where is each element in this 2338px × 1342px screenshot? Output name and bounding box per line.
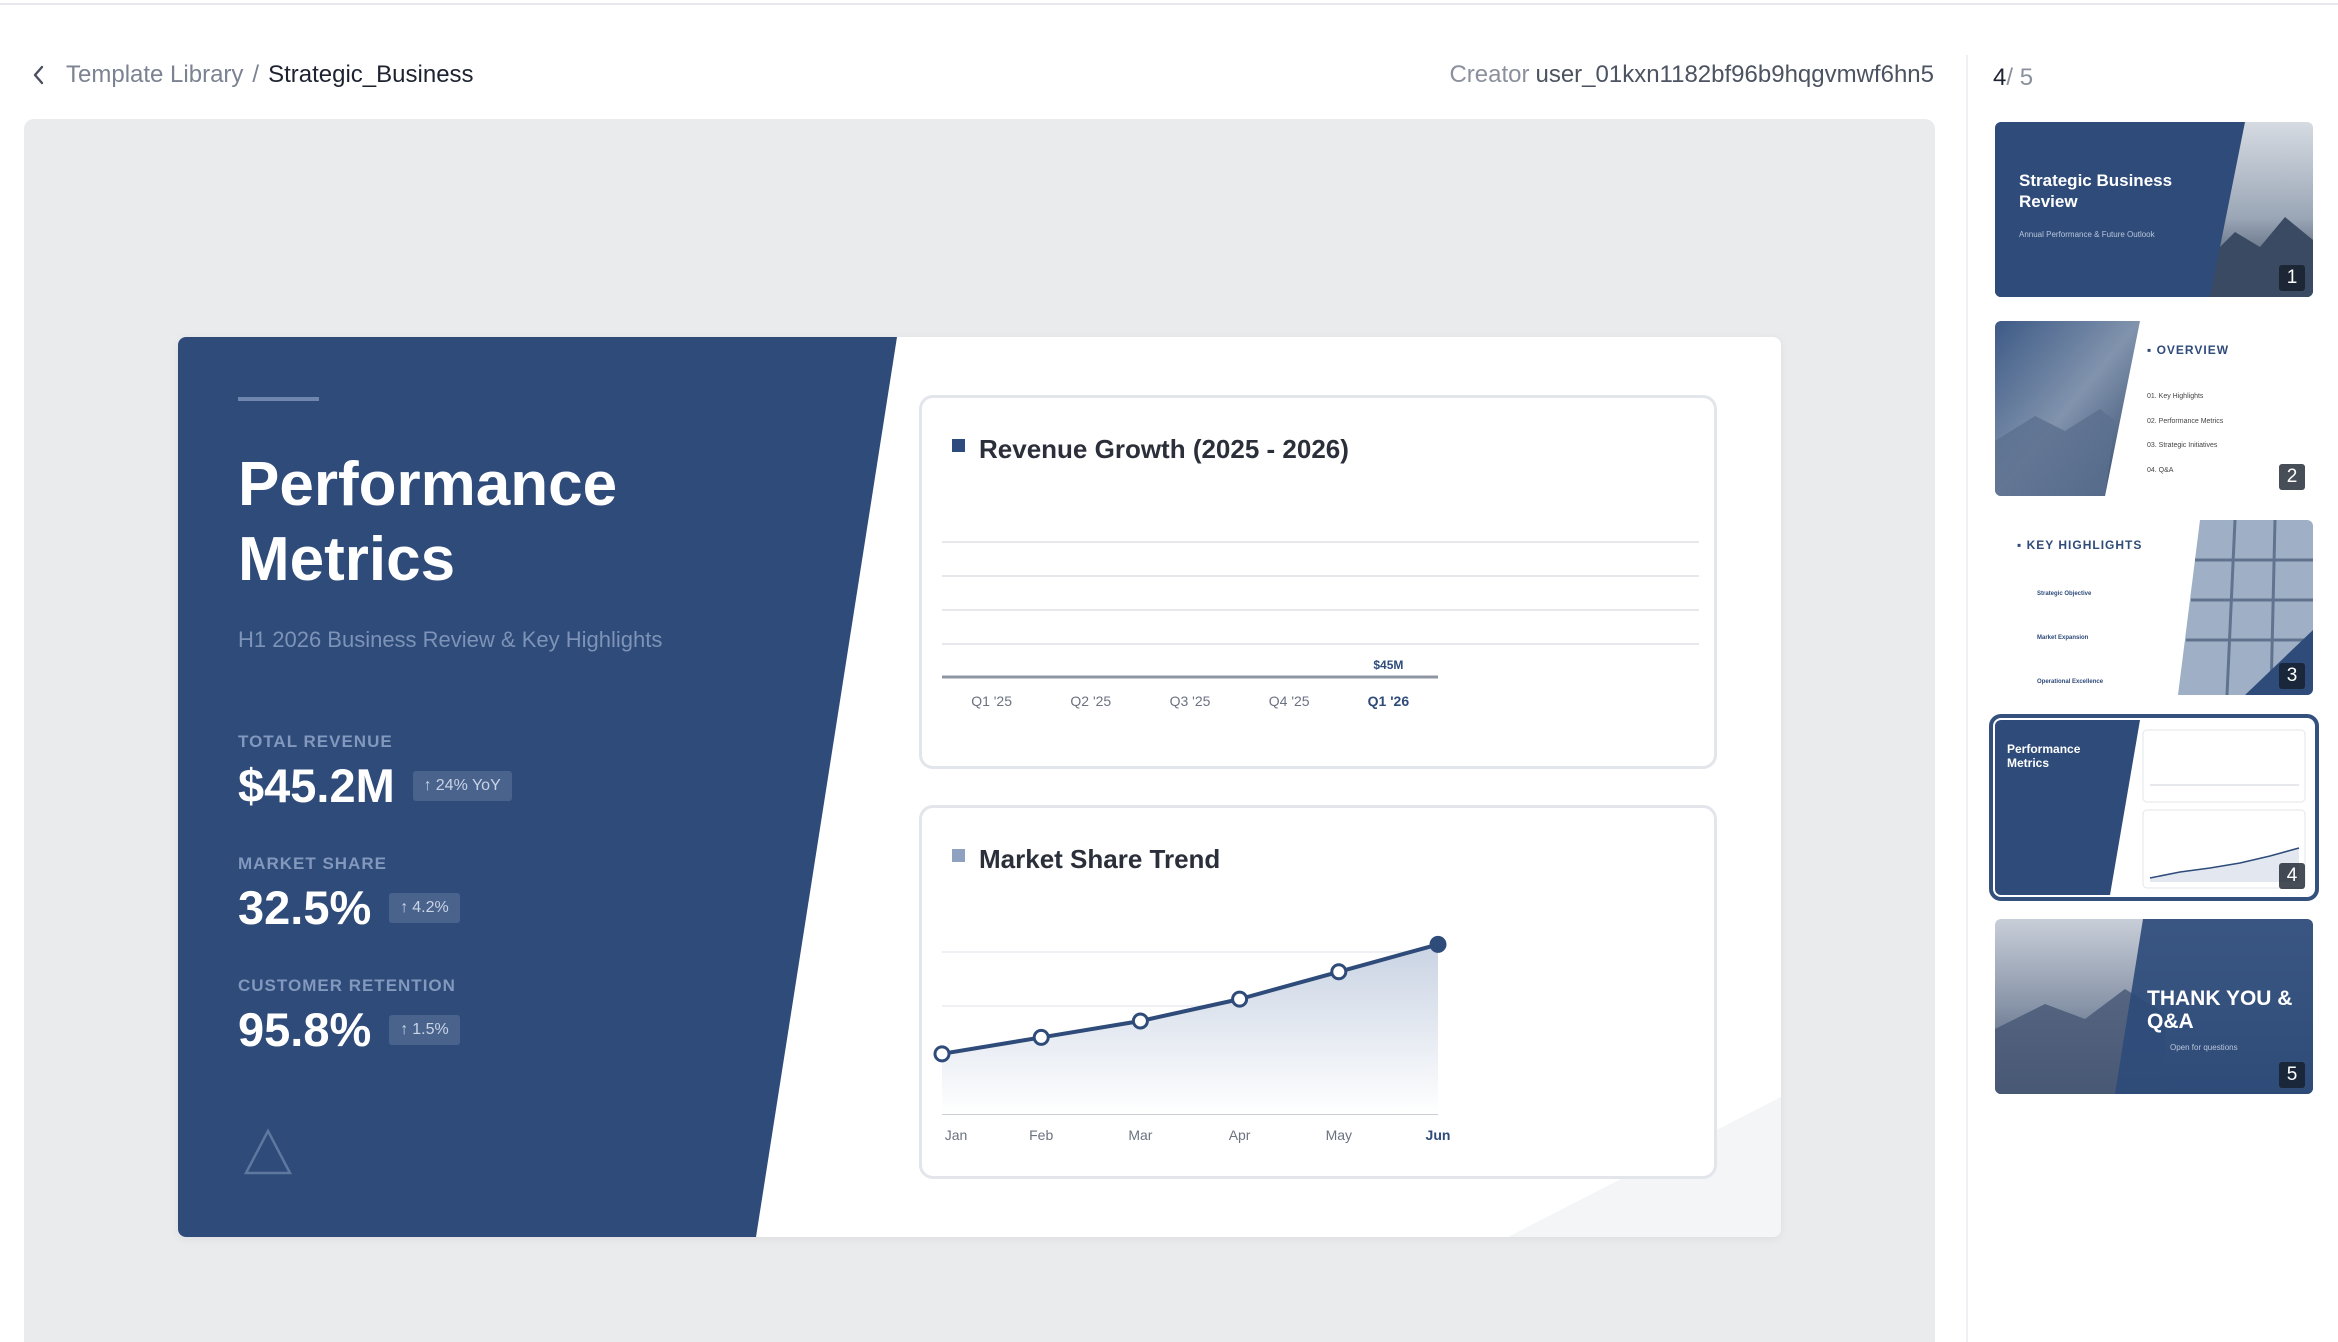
creator-name: user_01kxn1182bf96b9hqgvmwf6hn5 xyxy=(1535,61,1934,88)
metric-customer-retention: CUSTOMER RETENTION 95.8% ↑ 1.5% xyxy=(238,976,460,1057)
breadcrumb: Template Library / Strategic_Business xyxy=(24,60,474,90)
arrow-up-icon: ↑ xyxy=(400,1020,409,1038)
x-tick-label: Mar xyxy=(1128,1127,1152,1143)
thumbnail-2-item: 01. Key Highlights xyxy=(2147,393,2204,400)
market-share-chart-title-text: Market Share Trend xyxy=(979,844,1221,874)
thumbnail-2-item: 03. Strategic Initiatives xyxy=(2147,442,2218,449)
thumbnail-2-item: 04. Q&A xyxy=(2147,466,2174,474)
x-tick-label: Q1 '25 xyxy=(971,693,1012,709)
breadcrumb-current: Strategic_Business xyxy=(268,61,474,88)
x-tick-label: Q1 '26 xyxy=(1368,693,1410,709)
creator-info: Creator user_01kxn1182bf96b9hqgvmwf6hn5 xyxy=(1449,61,1934,89)
x-tick-label: Q4 '25 xyxy=(1269,693,1310,709)
thumbnail-3-title-text: KEY HIGHLIGHTS xyxy=(2026,538,2143,552)
data-point xyxy=(1231,990,1249,1008)
thumbnail-number: 5 xyxy=(2279,1062,2305,1088)
revenue-chart-title-text: Revenue Growth (2025 - 2026) xyxy=(979,434,1349,464)
thumbnail-3-title: ▪ KEY HIGHLIGHTS xyxy=(2017,538,2143,552)
thumbnail-5-title: THANK YOU & Q&A xyxy=(2147,987,2293,1033)
accent-line xyxy=(238,397,319,401)
metric-badge-text: 4.2% xyxy=(412,898,449,916)
thumbnail-1-title: Strategic Business Review xyxy=(2019,171,2173,211)
arrow-up-icon: ↑ xyxy=(400,898,409,916)
thumbnail-2-title: ▪ OVERVIEW xyxy=(2147,343,2230,357)
sidebar-divider xyxy=(1966,55,1968,1342)
data-point xyxy=(1131,1012,1149,1030)
thumbnail-slide-4[interactable]: Performance Metrics 4 xyxy=(1989,714,2319,901)
metric-label: CUSTOMER RETENTION xyxy=(238,976,456,995)
data-label: $45M xyxy=(1373,658,1403,672)
back-chevron-icon[interactable] xyxy=(24,60,54,90)
area-fill xyxy=(942,944,1438,1114)
thumbnail-1-subtitle: Annual Performance & Future Outlook xyxy=(2019,230,2155,239)
slide-title: Performance Metrics xyxy=(238,447,918,597)
card-bullet xyxy=(952,439,965,452)
slide-subtitle: H1 2026 Business Review & Key Highlights xyxy=(238,627,663,652)
data-point xyxy=(1330,963,1348,981)
metric-value: $45.2M xyxy=(238,759,395,812)
creator-label: Creator xyxy=(1449,61,1530,88)
metric-value: 95.8% xyxy=(238,1003,372,1056)
thumbnail-2-list: 01. Key Highlights 02. Performance Metri… xyxy=(2147,385,2223,483)
breadcrumb-separator: / xyxy=(252,61,260,88)
data-point xyxy=(1032,1028,1050,1046)
metric-total-revenue: TOTAL REVENUE $45.2M ↑ 24% YoY xyxy=(238,732,512,813)
slide-title-line1: Performance xyxy=(238,450,618,519)
x-tick-label: Q2 '25 xyxy=(1070,693,1111,709)
header-bar: Template Library / Strategic_Business Cr… xyxy=(24,52,1934,98)
thumbnail-5-subtitle: Open for questions xyxy=(2170,1043,2238,1052)
data-point xyxy=(1429,935,1447,953)
metric-value: 32.5% xyxy=(238,881,372,934)
card-bullet xyxy=(952,849,965,862)
metric-badge-text: 24% YoY xyxy=(435,776,501,794)
thumbnail-slide-2[interactable]: ▪ OVERVIEW 01. Key Highlights 02. Perfor… xyxy=(1995,321,2313,496)
thumbnail-number: 1 xyxy=(2279,265,2305,291)
revenue-chart-title: Revenue Growth (2025 - 2026) xyxy=(952,434,1349,465)
thumbnail-3-item: Operational Excellence xyxy=(2037,679,2104,685)
arrow-up-icon: ↑ xyxy=(423,776,432,794)
thumbnail-2-title-text: OVERVIEW xyxy=(2156,343,2230,357)
thumbnail-slide-3[interactable]: ▪ KEY HIGHLIGHTS Strategic Objective Mar… xyxy=(1995,520,2313,695)
data-point xyxy=(933,1045,951,1063)
market-share-chart-title: Market Share Trend xyxy=(952,844,1220,875)
x-tick-label: May xyxy=(1326,1127,1352,1143)
top-border xyxy=(0,0,2338,5)
triangle-icon xyxy=(243,1128,293,1175)
slide-title-line2: Metrics xyxy=(238,525,456,594)
metric-badge: ↑ 24% YoY xyxy=(412,770,512,801)
thumbnail-2-item: 02. Performance Metrics xyxy=(2147,417,2224,425)
slide-counter: 4/ 5 xyxy=(1993,64,2033,92)
slide-stage: Performance Metrics H1 2026 Business Rev… xyxy=(24,119,1935,1342)
market-share-chart-card: Jan Feb Mar Apr May Jun Market Share Trend xyxy=(919,805,1717,1179)
x-tick-label: Jan xyxy=(945,1127,968,1143)
slide-preview: Performance Metrics H1 2026 Business Rev… xyxy=(178,337,1781,1237)
metric-label: MARKET SHARE xyxy=(238,854,387,873)
metric-market-share: MARKET SHARE 32.5% ↑ 4.2% xyxy=(238,854,460,935)
thumbnail-3-item: Market Expansion xyxy=(2037,635,2089,641)
metric-badge: ↑ 1.5% xyxy=(389,1014,460,1045)
thumbnail-3-item: Strategic Objective xyxy=(2037,591,2092,597)
breadcrumb-template-library[interactable]: Template Library xyxy=(66,61,243,89)
thumbnail-number: 2 xyxy=(2279,464,2305,490)
x-tick-label: Jun xyxy=(1426,1127,1451,1143)
x-tick-label: Q3 '25 xyxy=(1170,693,1211,709)
thumbnail-3-list: Strategic Objective Market Expansion Ope… xyxy=(2037,572,2103,695)
thumbnail-slide-1[interactable]: Strategic Business Review Annual Perform… xyxy=(1995,122,2313,297)
revenue-chart-card: Q1 '25 Q2 '25 Q3 '25 Q4 '25 Q1 '26 $45M Reven… xyxy=(919,395,1717,769)
metric-badge-text: 1.5% xyxy=(412,1020,449,1038)
x-tick-label: Apr xyxy=(1229,1127,1251,1143)
metric-badge: ↑ 4.2% xyxy=(389,892,460,923)
thumbnail-4-title: Performance Metrics xyxy=(2007,742,2081,770)
thumbnail-number: 4 xyxy=(2279,863,2305,889)
metric-label: TOTAL REVENUE xyxy=(238,732,393,751)
x-tick-label: Feb xyxy=(1029,1127,1053,1143)
thumbnail-slide-5[interactable]: THANK YOU & Q&A Open for questions 5 xyxy=(1995,919,2313,1094)
thumbnail-number: 3 xyxy=(2279,663,2305,689)
slide-counter-current: 4 xyxy=(1993,64,2007,91)
slide-counter-total: / 5 xyxy=(2006,64,2034,91)
